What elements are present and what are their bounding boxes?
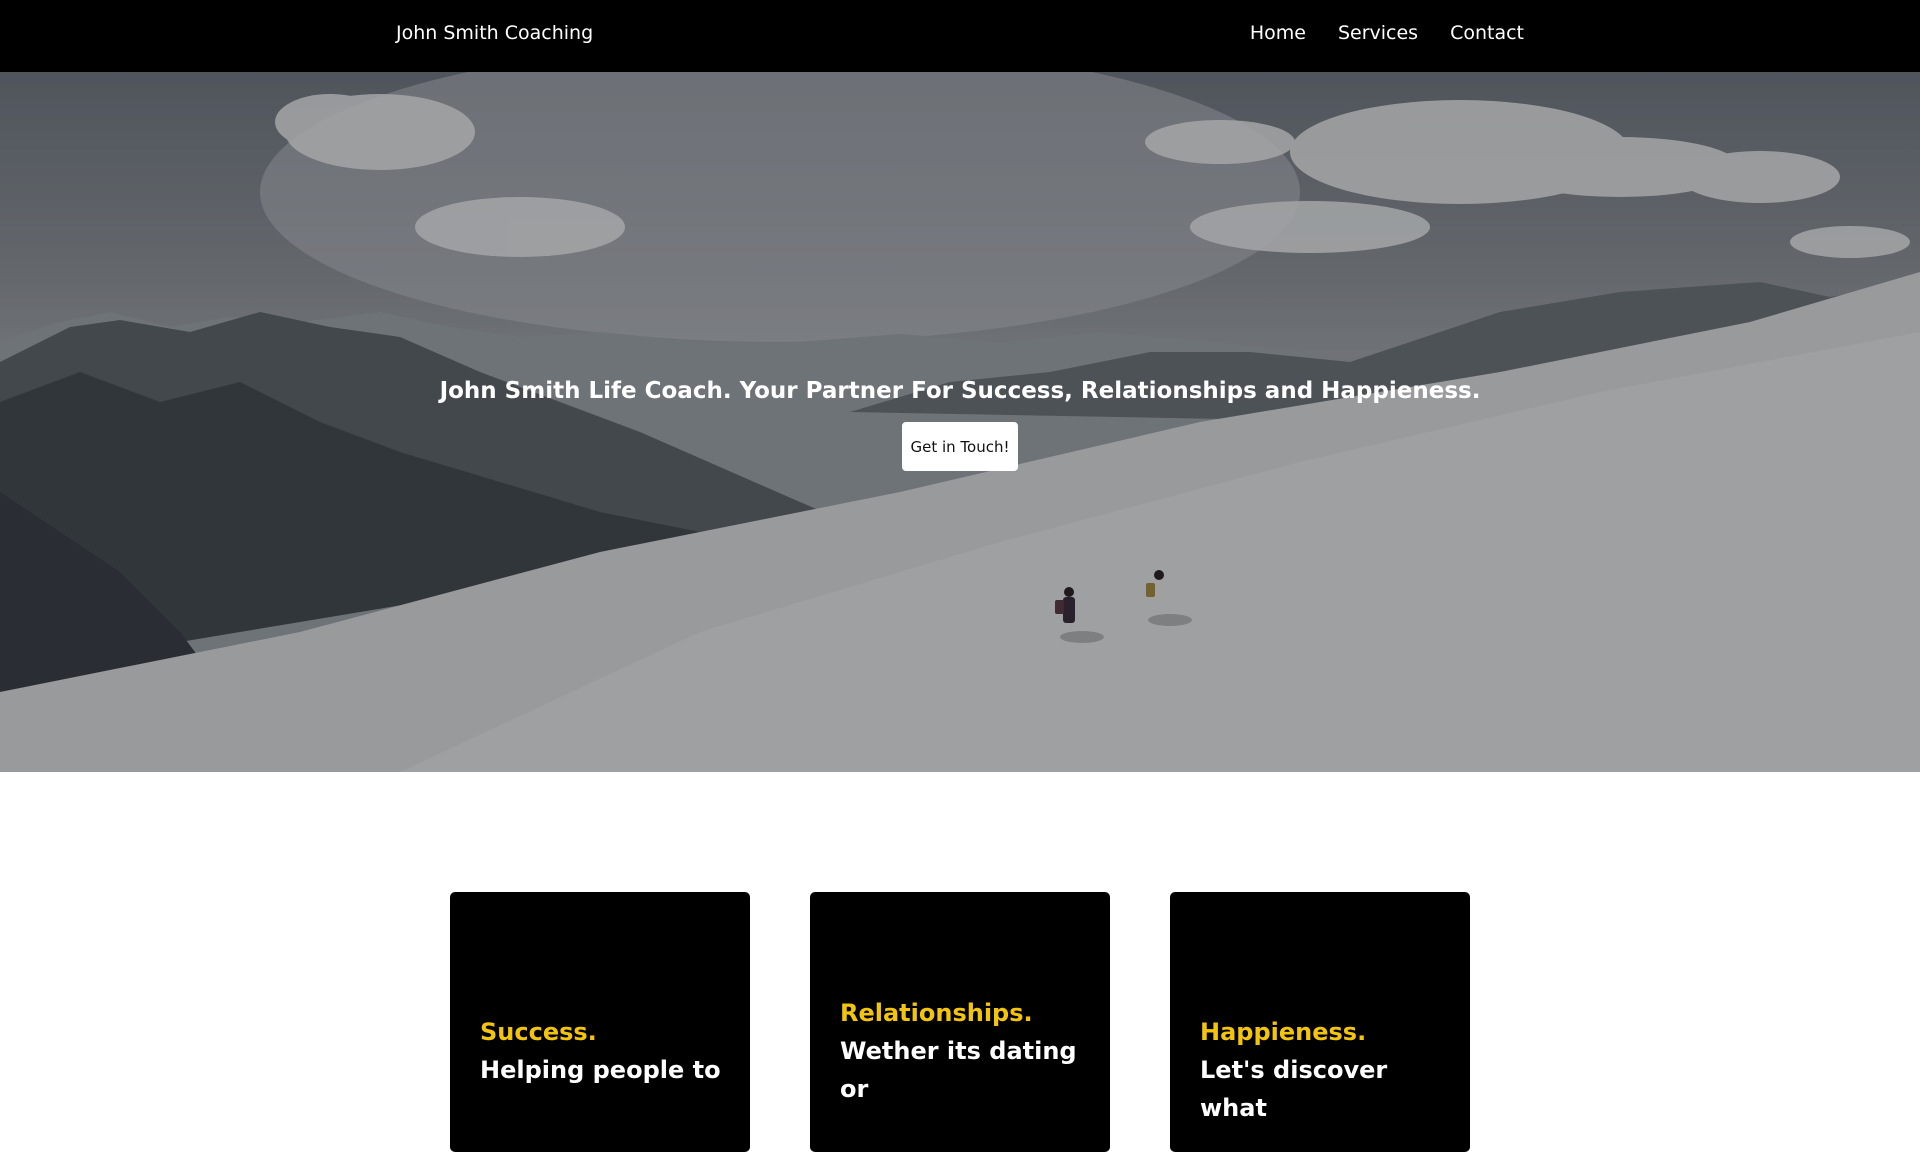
brand-link[interactable]: John Smith Coaching [396, 22, 593, 44]
card-relationships: Relationships. Wether its dating or [810, 892, 1110, 1152]
navbar: John Smith Coaching Home Services Contac… [0, 0, 1920, 72]
card-title: Success. [480, 1018, 597, 1046]
card-text: Wether its dating or [840, 1037, 1077, 1103]
nav-link-services[interactable]: Services [1338, 22, 1418, 44]
nav-link-home[interactable]: Home [1250, 22, 1306, 44]
services-cards: Success. Helping people to Relationships… [450, 892, 1470, 1152]
card-success: Success. Helping people to [450, 892, 750, 1152]
card-text: Let's discover what [1200, 1056, 1388, 1122]
nav-link-contact[interactable]: Contact [1450, 22, 1524, 44]
nav-links: Home Services Contact [1250, 22, 1524, 44]
card-text: Helping people to [480, 1056, 721, 1084]
get-in-touch-button[interactable]: Get in Touch! [902, 422, 1018, 471]
card-title: Relationships. [840, 999, 1033, 1027]
hero-section: John Smith Life Coach. Your Partner For … [0, 72, 1920, 772]
card-title: Happieness. [1200, 1018, 1367, 1046]
hero-heading: John Smith Life Coach. Your Partner For … [439, 378, 1481, 404]
card-happieness: Happieness. Let's discover what [1170, 892, 1470, 1152]
